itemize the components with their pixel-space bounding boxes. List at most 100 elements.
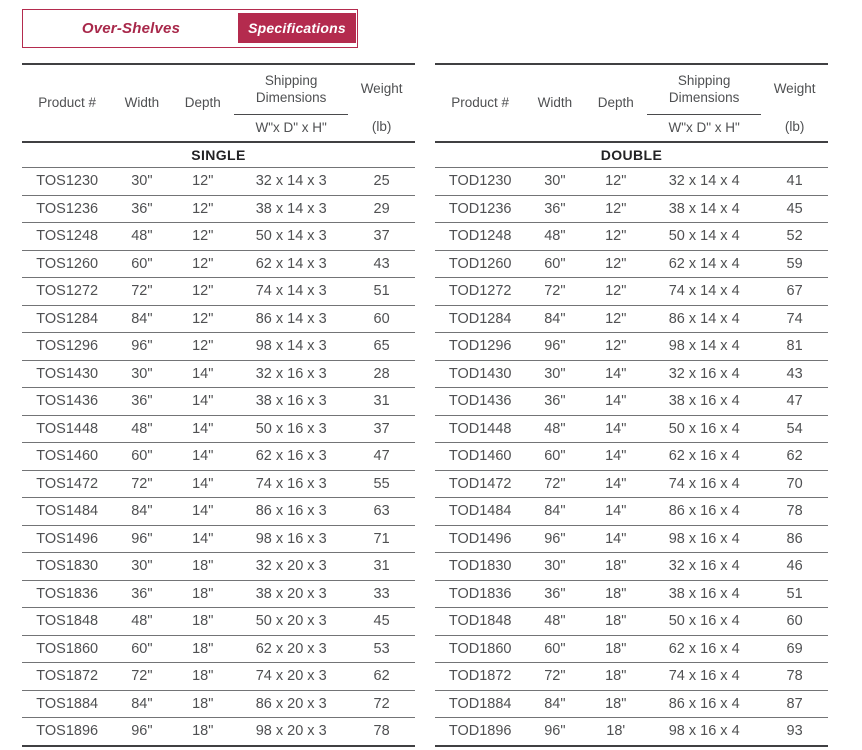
cell-width: 60" <box>112 250 171 278</box>
table-row: TOD1260 60" 12" 62 x 14 x 4 59 <box>435 250 828 278</box>
cell-shipping: 38 x 16 x 4 <box>647 580 761 608</box>
table-row: TOS1860 60" 18" 62 x 20 x 3 53 <box>22 635 415 663</box>
cell-depth: 18" <box>171 608 234 636</box>
cell-weight: 43 <box>348 250 415 278</box>
table-row: TOS1496 96" 14" 98 x 16 x 3 71 <box>22 525 415 553</box>
cell-product: TOS1496 <box>22 525 112 553</box>
cell-weight: 93 <box>761 718 828 746</box>
cell-width: 48" <box>525 415 584 443</box>
cell-shipping: 50 x 16 x 4 <box>647 608 761 636</box>
table-row: TOS1896 96" 18" 98 x 20 x 3 78 <box>22 718 415 746</box>
cell-weight: 65 <box>348 333 415 361</box>
cell-depth: 14" <box>171 360 234 388</box>
cell-product: TOS1460 <box>22 443 112 471</box>
col-header-shipping: Shipping Dimensions <box>234 64 348 115</box>
cell-depth: 14" <box>584 388 647 416</box>
cell-weight: 67 <box>761 278 828 306</box>
cell-width: 96" <box>112 525 171 553</box>
cell-depth: 18" <box>171 718 234 746</box>
table-row: TOD1236 36" 12" 38 x 14 x 4 45 <box>435 195 828 223</box>
single-table-body: SINGLE TOS1230 30" 12" 32 x 14 x 3 25 TO… <box>22 142 415 746</box>
cell-shipping: 74 x 16 x 3 <box>234 470 348 498</box>
cell-width: 72" <box>112 470 171 498</box>
cell-product: TOS1860 <box>22 635 112 663</box>
cell-product: TOD1236 <box>435 195 525 223</box>
cell-depth: 14" <box>584 525 647 553</box>
table-row: TOD1436 36" 14" 38 x 16 x 4 47 <box>435 388 828 416</box>
cell-width: 60" <box>112 635 171 663</box>
cell-weight: 74 <box>761 305 828 333</box>
cell-shipping: 50 x 14 x 4 <box>647 223 761 251</box>
cell-width: 36" <box>112 195 171 223</box>
cell-width: 84" <box>112 498 171 526</box>
cell-width: 36" <box>112 580 171 608</box>
cell-weight: 37 <box>348 223 415 251</box>
cell-weight: 25 <box>348 168 415 196</box>
cell-product: TOD1272 <box>435 278 525 306</box>
cell-weight: 71 <box>348 525 415 553</box>
table-row: TOS1260 60" 12" 62 x 14 x 3 43 <box>22 250 415 278</box>
cell-shipping: 86 x 16 x 4 <box>647 690 761 718</box>
cell-shipping: 50 x 16 x 4 <box>647 415 761 443</box>
cell-shipping: 74 x 16 x 4 <box>647 470 761 498</box>
cell-weight: 72 <box>348 690 415 718</box>
cell-depth: 12" <box>171 333 234 361</box>
cell-shipping: 62 x 16 x 3 <box>234 443 348 471</box>
cell-weight: 54 <box>761 415 828 443</box>
cell-product: TOD1872 <box>435 663 525 691</box>
cell-shipping: 38 x 16 x 3 <box>234 388 348 416</box>
cell-depth: 12" <box>171 250 234 278</box>
cell-width: 36" <box>525 580 584 608</box>
cell-depth: 18" <box>584 580 647 608</box>
cell-width: 48" <box>525 223 584 251</box>
cell-depth: 14" <box>171 443 234 471</box>
table-row: TOD1884 84" 18" 86 x 16 x 4 87 <box>435 690 828 718</box>
cell-width: 72" <box>525 663 584 691</box>
table-row: TOS1296 96" 12" 98 x 14 x 3 65 <box>22 333 415 361</box>
cell-product: TOS1484 <box>22 498 112 526</box>
cell-product: TOS1230 <box>22 168 112 196</box>
cell-shipping: 38 x 16 x 4 <box>647 388 761 416</box>
cell-shipping: 74 x 14 x 3 <box>234 278 348 306</box>
cell-width: 30" <box>525 360 584 388</box>
cell-width: 36" <box>525 195 584 223</box>
cell-product: TOD1230 <box>435 168 525 196</box>
cell-width: 60" <box>525 250 584 278</box>
cell-depth: 12" <box>171 195 234 223</box>
cell-product: TOD1296 <box>435 333 525 361</box>
table-row: TOD1860 60" 18" 62 x 16 x 4 69 <box>435 635 828 663</box>
cell-depth: 18" <box>171 690 234 718</box>
cell-depth: 18" <box>584 553 647 581</box>
cell-depth: 12" <box>171 305 234 333</box>
cell-weight: 31 <box>348 388 415 416</box>
spec-tables-wrap: Product # Width Depth Shipping Dimension… <box>22 63 828 747</box>
cell-depth: 18" <box>584 663 647 691</box>
cell-depth: 14" <box>584 470 647 498</box>
col-header-depth: Depth <box>171 64 234 142</box>
section-header-single: SINGLE <box>22 142 415 168</box>
cell-product: TOD1284 <box>435 305 525 333</box>
cell-weight: 60 <box>761 608 828 636</box>
cell-depth: 14" <box>584 498 647 526</box>
cell-weight: 28 <box>348 360 415 388</box>
single-spec-table: Product # Width Depth Shipping Dimension… <box>22 63 415 747</box>
cell-product: TOS1830 <box>22 553 112 581</box>
cell-width: 96" <box>525 718 584 746</box>
cell-weight: 33 <box>348 580 415 608</box>
table-row: TOS1836 36" 18" 38 x 20 x 3 33 <box>22 580 415 608</box>
cell-weight: 70 <box>761 470 828 498</box>
cell-depth: 12" <box>584 223 647 251</box>
table-row: TOS1830 30" 18" 32 x 20 x 3 31 <box>22 553 415 581</box>
cell-weight: 78 <box>348 718 415 746</box>
cell-width: 96" <box>112 333 171 361</box>
cell-shipping: 32 x 16 x 3 <box>234 360 348 388</box>
cell-shipping: 62 x 14 x 3 <box>234 250 348 278</box>
cell-shipping: 62 x 16 x 4 <box>647 443 761 471</box>
table-row: TOD1836 36" 18" 38 x 16 x 4 51 <box>435 580 828 608</box>
cell-weight: 41 <box>761 168 828 196</box>
cell-product: TOD1830 <box>435 553 525 581</box>
cell-depth: 12" <box>584 305 647 333</box>
cell-depth: 14" <box>171 470 234 498</box>
table-row: TOS1430 30" 14" 32 x 16 x 3 28 <box>22 360 415 388</box>
cell-depth: 14" <box>171 525 234 553</box>
